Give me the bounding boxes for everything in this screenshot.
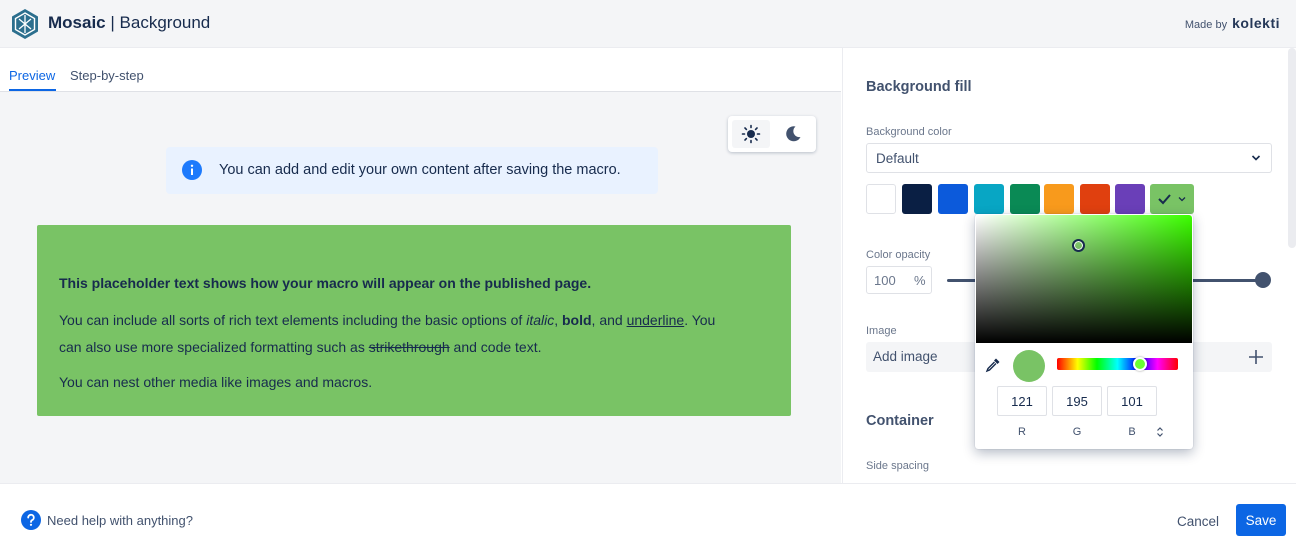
title-separator: | <box>110 13 115 32</box>
color-opacity-slider-thumb[interactable] <box>1255 272 1271 288</box>
moon-icon <box>786 126 801 142</box>
footer: Need help with anything? Cancel Save <box>0 483 1296 546</box>
placeholder-paragraph-1: You can include all sorts of rich text e… <box>59 312 716 328</box>
background-color-select[interactable]: Default <box>866 143 1272 173</box>
color-opacity-value: 100 <box>874 273 896 288</box>
side-spacing-label: Side spacing <box>866 460 929 472</box>
info-banner-text: You can add and edit your own content af… <box>219 162 621 178</box>
red-input[interactable]: 121 <box>997 386 1047 416</box>
light-theme-button[interactable] <box>732 120 770 148</box>
color-mode-toggle-icon[interactable] <box>1155 426 1165 438</box>
color-opacity-input[interactable]: 100 % <box>866 266 932 294</box>
info-icon <box>182 160 202 180</box>
sun-icon <box>741 124 761 144</box>
scrollbar[interactable] <box>1288 48 1296 248</box>
background-color-value: Default <box>876 151 919 166</box>
save-button[interactable]: Save <box>1236 504 1286 536</box>
mosaic-logo <box>12 9 38 39</box>
green-input[interactable]: 195 <box>1052 386 1102 416</box>
custom-color-swatch[interactable] <box>1150 184 1194 214</box>
swatch-red[interactable] <box>1080 184 1110 214</box>
blue-label: B <box>1128 426 1136 438</box>
background-fill-title: Background fill <box>866 79 972 95</box>
saturation-cursor[interactable] <box>1072 239 1085 252</box>
made-by-label: Made by <box>1184 19 1228 31</box>
image-label: Image <box>866 325 897 337</box>
color-preview <box>1013 350 1045 382</box>
red-label: R <box>1018 426 1026 438</box>
placeholder-paragraph-1-cont: can also use more specialized formatting… <box>59 339 542 355</box>
saturation-area[interactable] <box>976 215 1192 343</box>
add-image-label: Add image <box>873 349 938 364</box>
brand-name: Mosaic <box>48 13 106 32</box>
app-header: Mosaic | Background Made by kolekti <box>0 0 1296 48</box>
color-opacity-unit: % <box>914 273 926 288</box>
green-label: G <box>1072 426 1082 438</box>
theme-toggle <box>728 116 816 152</box>
help-link[interactable]: Need help with anything? <box>47 513 193 528</box>
swatch-white[interactable] <box>866 184 896 214</box>
preview-panel: Preview Step-by-step You can add and edi… <box>0 48 841 483</box>
eyedropper-icon[interactable] <box>985 357 1001 373</box>
swatch-teal[interactable] <box>974 184 1004 214</box>
color-picker-popup: 121 195 101 R G B <box>975 214 1193 449</box>
swatch-navy[interactable] <box>902 184 932 214</box>
hue-slider[interactable] <box>1057 358 1178 370</box>
background-preview-box: This placeholder text shows how your mac… <box>37 225 791 416</box>
vendor-logo[interactable]: kolekti <box>1232 15 1280 31</box>
placeholder-paragraph-2: You can nest other media like images and… <box>59 374 373 390</box>
plus-icon <box>1249 350 1263 364</box>
checkmark-icon <box>1158 194 1186 205</box>
swatch-purple[interactable] <box>1115 184 1145 214</box>
made-by: Made by kolekti <box>1185 15 1280 31</box>
color-opacity-label: Color opacity <box>866 249 931 261</box>
cancel-button[interactable]: Cancel <box>1170 506 1226 536</box>
tab-preview[interactable]: Preview <box>9 68 55 83</box>
tab-step-by-step[interactable]: Step-by-step <box>70 68 144 83</box>
page-name: Background <box>119 13 211 32</box>
tab-bar: Preview Step-by-step <box>0 48 841 92</box>
info-banner: You can add and edit your own content af… <box>166 147 658 194</box>
background-color-label: Background color <box>866 126 952 138</box>
dark-theme-button[interactable] <box>774 120 812 148</box>
active-tab-indicator <box>9 89 56 91</box>
app-title: Mosaic | Background <box>48 13 210 33</box>
chevron-down-icon <box>1251 155 1261 161</box>
hue-slider-thumb[interactable] <box>1133 357 1147 371</box>
swatch-orange[interactable] <box>1044 184 1074 214</box>
blue-input[interactable]: 101 <box>1107 386 1157 416</box>
swatch-blue[interactable] <box>938 184 968 214</box>
placeholder-heading: This placeholder text shows how your mac… <box>59 275 592 291</box>
swatch-green[interactable] <box>1010 184 1040 214</box>
help-icon[interactable] <box>21 510 41 530</box>
container-title: Container <box>866 413 934 429</box>
